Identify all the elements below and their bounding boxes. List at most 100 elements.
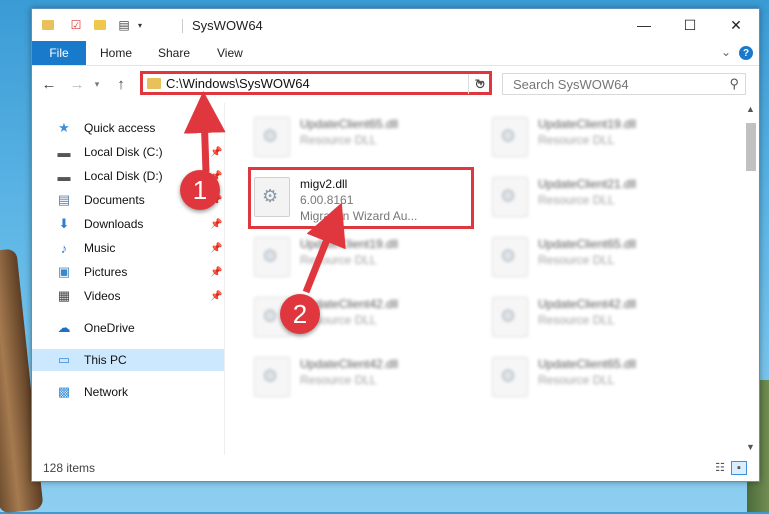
sidebar-item-label: Downloads <box>84 217 144 231</box>
sidebar-item-label: Quick access <box>84 121 156 135</box>
sidebar-item-onedrive[interactable]: ☁ OneDrive <box>32 317 224 339</box>
onedrive-icon: ☁ <box>57 320 71 335</box>
navigation-bar: ← → ▾ ↑ C:\Windows\SysWOW64 ▾ ↻ ⚲ <box>32 67 759 101</box>
customize-toolbar-icon[interactable]: ▤ <box>116 17 132 33</box>
navigation-pane: ★ Quick access ▬ Local Disk (C:) 📌 ▬ Local Dis… <box>32 103 225 455</box>
search-icon[interactable]: ⚲ <box>729 76 739 92</box>
tab-view[interactable]: View <box>217 41 243 65</box>
sidebar-item-label: OneDrive <box>84 321 135 335</box>
properties-icon[interactable]: ☑ <box>68 17 84 33</box>
sidebar-item-this-pc[interactable]: ▭ This PC <box>32 349 224 371</box>
sidebar-item-label: This PC <box>84 353 127 367</box>
sidebar-item-pictures[interactable]: ▣ Pictures 📌 <box>32 261 224 283</box>
maximize-button[interactable]: ☐ <box>667 9 713 41</box>
dll-file-icon <box>492 297 528 337</box>
status-bar: 128 items ☷ ▪ <box>32 455 759 481</box>
file-name: UpdateClient42.dll <box>300 357 399 371</box>
file-item[interactable]: UpdateClient21.dll Resource DLL <box>492 173 712 223</box>
sidebar-item-downloads[interactable]: ⬇ Downloads 📌 <box>32 213 224 235</box>
file-item[interactable]: UpdateClient19.dll Resource DLL <box>492 113 712 163</box>
tab-home[interactable]: Home <box>100 41 132 65</box>
refresh-button[interactable]: ↻ <box>468 74 491 94</box>
file-item[interactable]: UpdateClient65.dll Resource DLL <box>492 353 712 403</box>
scroll-thumb[interactable] <box>746 123 756 171</box>
dll-file-icon <box>254 117 290 157</box>
sidebar-item-local-disk-c[interactable]: ▬ Local Disk (C:) 📌 <box>32 141 224 163</box>
file-type: Resource DLL <box>300 133 377 147</box>
dll-file-icon <box>492 177 528 217</box>
close-button[interactable]: ✕ <box>713 9 759 41</box>
file-name: UpdateClient42.dll <box>538 297 637 311</box>
sidebar-item-videos[interactable]: ▦ Videos 📌 <box>32 285 224 307</box>
sidebar-item-label: Documents <box>84 193 145 207</box>
tab-file[interactable]: File <box>32 41 86 65</box>
documents-icon: ▤ <box>57 192 71 207</box>
expand-ribbon-icon[interactable]: ⌄ <box>721 45 731 59</box>
search-box[interactable]: ⚲ <box>502 73 746 95</box>
downloads-icon: ⬇ <box>58 216 70 231</box>
folder-icon <box>147 77 161 89</box>
file-item[interactable]: UpdateClient65.dll Resource DLL <box>492 233 712 283</box>
sidebar-item-label: Pictures <box>84 265 128 279</box>
file-item[interactable]: UpdateClient42.dll Resource DLL <box>254 353 474 403</box>
file-name: UpdateClient21.dll <box>538 177 637 191</box>
file-item[interactable]: UpdateClient65.dll Resource DLL <box>254 113 474 163</box>
scroll-down-icon[interactable]: ▼ <box>742 439 759 455</box>
sidebar-item-network[interactable]: ▩ Network <box>32 381 224 403</box>
file-name: UpdateClient65.dll <box>538 237 637 251</box>
item-count: 128 items <box>43 461 96 475</box>
callout-1: 1 <box>180 170 220 210</box>
file-name: UpdateClient65.dll <box>538 357 637 371</box>
file-type: Resource DLL <box>538 253 615 267</box>
videos-icon: ▦ <box>57 288 71 303</box>
window-title: SysWOW64 <box>192 18 263 33</box>
pin-icon[interactable]: 📌 <box>210 219 222 230</box>
file-type: Resource DLL <box>538 133 615 147</box>
up-button[interactable]: ↑ <box>112 75 130 93</box>
sidebar-item-label: Videos <box>84 289 121 303</box>
address-bar[interactable]: C:\Windows\SysWOW64 ▾ <box>140 71 492 95</box>
tab-share[interactable]: Share <box>158 41 190 65</box>
recent-locations-button[interactable]: ▾ <box>88 75 106 93</box>
dll-file-icon <box>492 117 528 157</box>
details-view-icon[interactable]: ☷ <box>713 461 727 474</box>
folder-icon[interactable] <box>40 17 56 33</box>
new-folder-icon[interactable] <box>92 17 108 33</box>
file-name: UpdateClient19.dll <box>538 117 637 131</box>
callout-2: 2 <box>280 294 320 334</box>
star-icon: ★ <box>58 120 70 135</box>
forward-button[interactable]: → <box>68 75 86 93</box>
large-icons-view-icon[interactable]: ▪ <box>731 461 747 475</box>
file-highlight-box <box>248 167 474 229</box>
file-type: Resource DLL <box>300 373 377 387</box>
pin-icon[interactable]: 📌 <box>210 267 222 278</box>
title-bar: ☑ ▤ ▾ SysWOW64 — ☐ ✕ <box>32 9 759 41</box>
address-path[interactable]: C:\Windows\SysWOW64 <box>166 76 473 91</box>
file-item[interactable]: UpdateClient42.dll Resource DLL <box>492 293 712 343</box>
dll-file-icon <box>492 237 528 277</box>
sidebar-item-label: Local Disk (C:) <box>84 145 163 159</box>
pin-icon[interactable]: 📌 <box>210 243 222 254</box>
pin-icon[interactable]: 📌 <box>210 147 222 158</box>
file-item[interactable]: UpdateClient19.dll Resource DLL <box>254 233 474 283</box>
file-type: Resource DLL <box>538 193 615 207</box>
vertical-scrollbar[interactable]: ▲ ▼ <box>742 101 759 455</box>
dll-file-icon <box>254 357 290 397</box>
drive-icon: ▬ <box>57 144 71 160</box>
sidebar-item-quick-access[interactable]: ★ Quick access <box>32 117 224 139</box>
minimize-button[interactable]: — <box>621 9 667 41</box>
drive-icon: ▬ <box>57 168 71 184</box>
scroll-up-icon[interactable]: ▲ <box>742 101 759 117</box>
search-input[interactable] <box>511 75 715 93</box>
chevron-down-icon[interactable]: ▾ <box>132 17 148 33</box>
file-type: Resource DLL <box>538 313 615 327</box>
file-explorer-window: ☑ ▤ ▾ SysWOW64 — ☐ ✕ File Home Share Vie… <box>31 8 760 482</box>
title-separator <box>182 19 183 33</box>
pictures-icon: ▣ <box>57 264 71 279</box>
file-type: Resource DLL <box>538 373 615 387</box>
pin-icon[interactable]: 📌 <box>210 291 222 302</box>
ribbon-tabs: File Home Share View ⌄ ? <box>32 41 759 66</box>
sidebar-item-music[interactable]: ♪ Music 📌 <box>32 237 224 259</box>
back-button[interactable]: ← <box>40 75 58 93</box>
help-icon[interactable]: ? <box>739 46 753 60</box>
